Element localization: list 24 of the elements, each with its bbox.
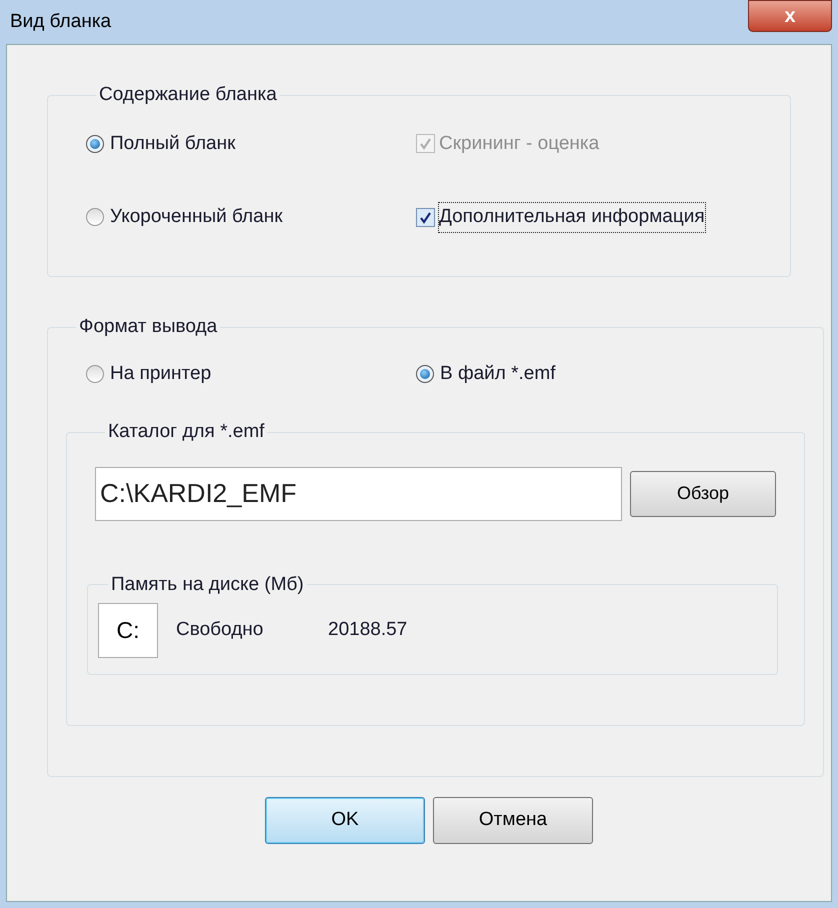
path-field[interactable]: C:\KARDI2_EMF bbox=[95, 466, 622, 520]
check-icon bbox=[419, 137, 432, 150]
group-title: Каталог для *.emf bbox=[107, 420, 266, 444]
radio-option[interactable]: Полный бланк bbox=[86, 130, 416, 158]
group-title: Формат вывода bbox=[78, 315, 218, 339]
free-label: Свободно bbox=[176, 618, 264, 642]
checkbox-option[interactable]: Дополнительная информация bbox=[416, 203, 752, 232]
group-title: Память на диске (Мб) bbox=[110, 572, 305, 596]
radio-button[interactable] bbox=[86, 134, 104, 153]
free-value: 20188.57 bbox=[328, 618, 408, 642]
radio-option[interactable]: Укороченный бланк bbox=[86, 203, 416, 232]
check-icon bbox=[419, 210, 432, 224]
dialog-button[interactable]: Отмена bbox=[433, 797, 593, 844]
window-title: Вид бланка bbox=[10, 10, 112, 34]
radio-button[interactable] bbox=[416, 364, 434, 383]
group-title: Содержание бланка bbox=[98, 83, 278, 107]
radio-button[interactable] bbox=[86, 208, 104, 226]
dialog-button[interactable]: OK bbox=[265, 797, 425, 844]
radio-option[interactable]: На принтер bbox=[86, 360, 416, 388]
radio-option[interactable]: В файл *.emf bbox=[416, 360, 746, 388]
radio-button[interactable] bbox=[86, 364, 104, 383]
browse-button[interactable]: Обзор bbox=[630, 470, 776, 516]
checkbox[interactable] bbox=[416, 208, 435, 227]
drive-label: C: bbox=[98, 603, 158, 658]
